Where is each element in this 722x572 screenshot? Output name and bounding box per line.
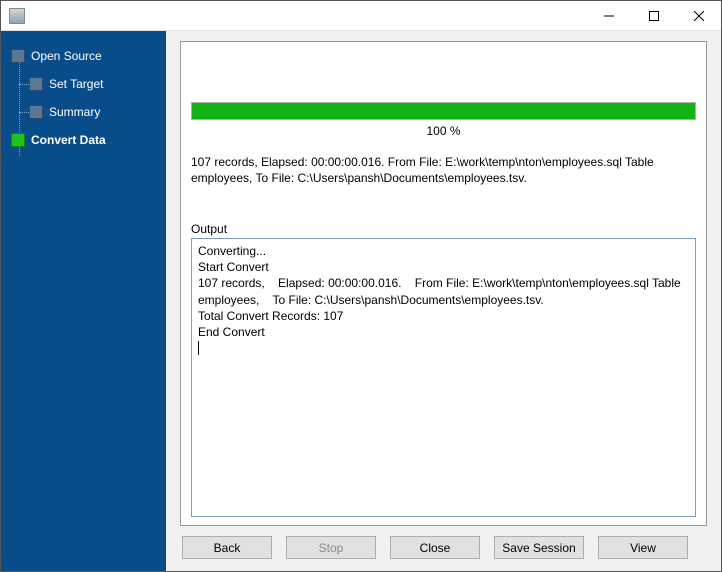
progress-percent: 100 % [191,124,696,138]
main-panel: 100 % 107 records, Elapsed: 00:00:00.016… [166,31,721,571]
back-button[interactable]: Back [182,536,272,559]
output-textbox[interactable]: Converting... Start Convert 107 records,… [191,238,696,517]
status-text: 107 records, Elapsed: 00:00:00.016. From… [191,154,696,194]
nav-label: Set Target [49,77,103,91]
maximize-icon [649,11,659,21]
wizard-sidebar: Open Source Set Target Summary Convert D… [1,31,166,571]
nav-label: Convert Data [31,133,106,147]
app-icon [9,8,25,24]
step-box-icon [29,77,43,91]
nav-label: Summary [49,105,100,119]
nav-label: Open Source [31,49,102,63]
progress-bar [191,102,696,120]
minimize-icon [604,11,614,21]
progress-fill [192,103,695,119]
close-button[interactable]: Close [390,536,480,559]
save-session-button[interactable]: Save Session [494,536,584,559]
content-panel: 100 % 107 records, Elapsed: 00:00:00.016… [180,41,707,526]
nav-item-set-target[interactable]: Set Target [1,73,166,95]
step-box-icon [29,105,43,119]
nav-item-summary[interactable]: Summary [1,101,166,123]
output-label: Output [191,222,696,236]
view-button[interactable]: View [598,536,688,559]
window-close-button[interactable] [676,1,721,30]
step-box-icon [11,49,25,63]
step-box-icon [11,133,25,147]
titlebar [1,1,721,31]
minimize-button[interactable] [586,1,631,30]
button-row: Back Stop Close Save Session View [180,526,707,561]
maximize-button[interactable] [631,1,676,30]
stop-button[interactable]: Stop [286,536,376,559]
close-icon [694,11,704,21]
progress-section: 100 % [191,102,696,138]
nav-item-open-source[interactable]: Open Source [1,45,166,67]
nav-item-convert-data[interactable]: Convert Data [1,129,166,151]
